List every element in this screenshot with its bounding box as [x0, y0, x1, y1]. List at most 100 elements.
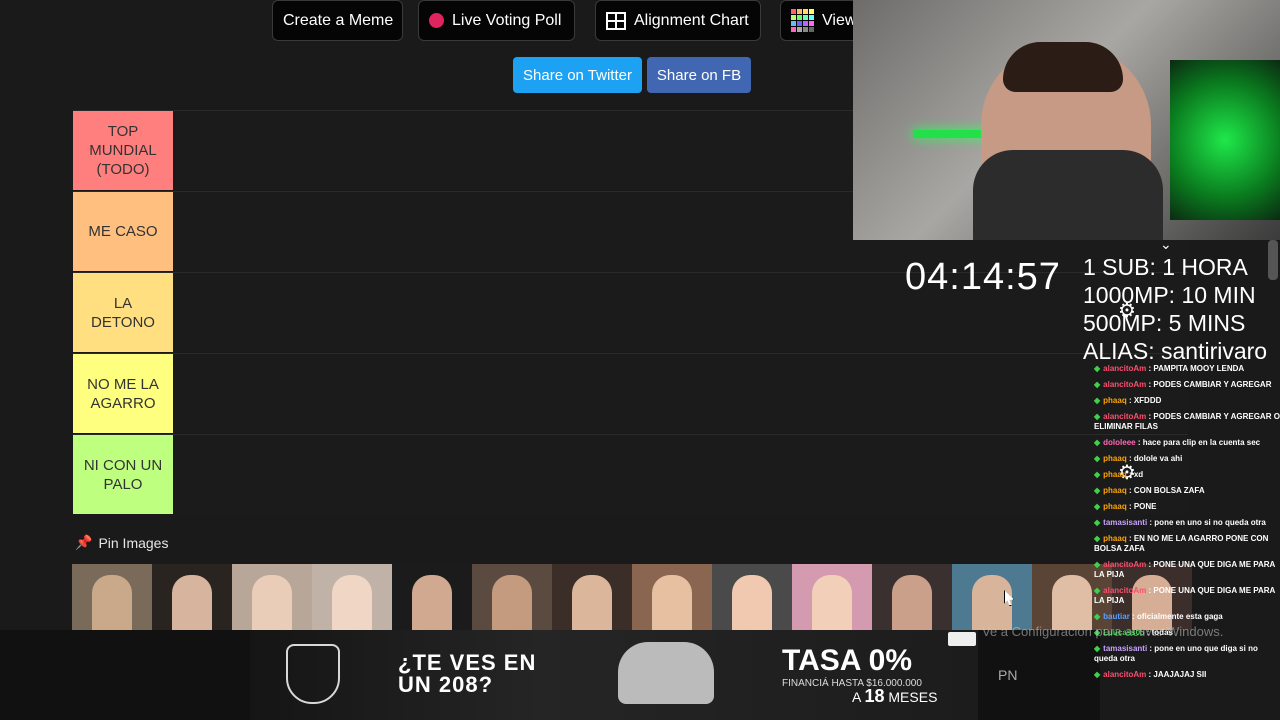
live-poll-label: Live Voting Poll [452, 11, 562, 29]
pin-image[interactable] [792, 564, 872, 630]
share-twitter-button[interactable]: Share on Twitter [513, 57, 642, 93]
chat-username[interactable]: alancitoAm [1103, 364, 1146, 373]
create-meme-label: Create a Meme [283, 11, 394, 29]
tier-label[interactable]: NO ME LA AGARRO [73, 354, 173, 433]
chat-username[interactable]: phaaq [1103, 396, 1127, 405]
pin-image[interactable] [472, 564, 552, 630]
person-photo [332, 575, 372, 630]
goal-line: ALIAS: santirivaro [1083, 338, 1268, 364]
tier-label[interactable]: ME CASO [73, 192, 173, 271]
tier-label[interactable]: NI CON UN PALO [73, 435, 173, 514]
create-meme-button[interactable]: Create a Meme [272, 0, 403, 41]
chat-username[interactable]: phaaq [1103, 534, 1127, 543]
pin-image[interactable] [392, 564, 472, 630]
share-facebook-button[interactable]: Share on FB [647, 57, 751, 93]
pin-image[interactable] [72, 564, 152, 630]
gear-icon: ⚙ [1118, 300, 1136, 322]
chat-message: ◆ alancitoAm : PODES CAMBIAR Y AGREGAR [1094, 380, 1280, 390]
badge-icon: ◆ [1094, 534, 1101, 543]
badge-icon: ◆ [1094, 518, 1101, 527]
pin-image[interactable] [312, 564, 392, 630]
pin-image[interactable] [232, 564, 312, 630]
alignment-chart-button[interactable]: Alignment Chart [595, 0, 761, 41]
chat-username[interactable]: alancitoAm [1103, 380, 1146, 389]
tier-row[interactable]: NO ME LA AGARRO [73, 353, 1188, 433]
chat-username[interactable]: phaaq [1103, 486, 1127, 495]
person-photo [252, 575, 292, 630]
person-photo [172, 575, 212, 630]
image-pool [72, 564, 1192, 630]
chat-text: PONE [1133, 502, 1157, 511]
chat-username[interactable]: bautiar [1103, 612, 1130, 621]
person-photo [652, 575, 692, 630]
windows-activation-watermark: Ve a Configuración para activar Windows. [982, 624, 1224, 639]
badge-icon: ◆ [1094, 586, 1101, 595]
chat-text: PAMPITA MOOY LENDA [1153, 364, 1245, 373]
chat-message: ◆ phaaq : XFDDD [1094, 396, 1280, 406]
person-photo [1052, 575, 1092, 630]
chat-text: hace para clip en la cuenta sec [1142, 438, 1261, 447]
scrollbar[interactable] [1268, 240, 1278, 280]
alignment-chart-label: Alignment Chart [634, 11, 749, 29]
chat-message: ◆ alancitoAm : PONE UNA QUE DIGA ME PARA … [1094, 560, 1280, 580]
goal-line: 500MP: 5 MINS [1083, 310, 1246, 336]
streamer-hair [1003, 42, 1123, 92]
pin-image[interactable] [952, 564, 1032, 630]
webcam-overlay [853, 0, 1280, 240]
chat-message: ◆ tamasisanti : pone en uno si no queda o… [1094, 518, 1280, 528]
person-photo [892, 575, 932, 630]
chat-message: ◆ tamasisanti : pone en uno que diga si n… [1094, 644, 1280, 664]
tier-label[interactable]: LA DETONO [73, 273, 173, 352]
chat-username[interactable]: phaaq [1103, 470, 1127, 479]
chat-text: oficialmente esta gaga [1136, 612, 1223, 621]
chat-username[interactable]: dololeee [1103, 438, 1135, 447]
chat-separator: : [1126, 396, 1134, 405]
chat-username[interactable]: alancitoAm [1103, 412, 1146, 421]
green-light [1170, 60, 1280, 220]
badge-icon: ◆ [1094, 560, 1101, 569]
chat-separator: : [1126, 470, 1134, 479]
chat-username[interactable]: tamasisanti [1103, 644, 1147, 653]
chat-text: xd [1133, 470, 1144, 479]
record-dot-icon [429, 13, 444, 28]
subathon-timer: 04:14:57 [905, 256, 1061, 298]
pin-image[interactable] [872, 564, 952, 630]
person-photo [732, 575, 772, 630]
chat-separator: : [1126, 454, 1134, 463]
goal-line: 1000MP: 10 MIN [1083, 282, 1256, 308]
chat-text: CON BOLSA ZAFA [1133, 486, 1205, 495]
chat-username[interactable]: phaaq [1103, 502, 1127, 511]
ad-close-icon[interactable] [948, 632, 976, 646]
chat-separator: : [1135, 438, 1143, 447]
chat-message: ◆ phaaq : CON BOLSA ZAFA [1094, 486, 1280, 496]
chat-separator: : [1126, 502, 1134, 511]
chat-username[interactable]: alancitoAm [1103, 560, 1146, 569]
pin-images-toggle[interactable]: 📌 Pin Images [75, 534, 168, 551]
chat-message: ◆ dololeee : hace para clip en la cuenta … [1094, 438, 1280, 448]
chat-message: ◆ bautiar : oficialmente esta gaga [1094, 612, 1280, 622]
ad-banner[interactable]: ¿TE VES EN UN 208? TASA 0% FINANCIÁ HAST… [250, 630, 978, 720]
person-photo [412, 575, 452, 630]
chat-separator: : [1126, 534, 1134, 543]
badge-icon: ◆ [1094, 380, 1101, 389]
chat-message: ◆ phaaq : EN NO ME LA AGARRO PONE CON BOL… [1094, 534, 1280, 554]
chat-username[interactable]: tamasisanti [1103, 518, 1147, 527]
pin-image[interactable] [552, 564, 632, 630]
live-voting-poll-button[interactable]: Live Voting Poll [418, 0, 575, 41]
chat-username[interactable]: phaaq [1103, 454, 1127, 463]
pin-image[interactable] [712, 564, 792, 630]
pin-images-label: Pin Images [98, 534, 169, 551]
chat-message: ◆ phaaq : dolole va ahi [1094, 454, 1280, 464]
goal-line: 1 SUB: 1 HORA [1083, 254, 1248, 280]
screen: Create a Meme Live Voting Poll Alignment… [0, 0, 1280, 720]
tier-label[interactable]: TOP MUNDIAL (TODO) [73, 111, 173, 190]
chat-username[interactable]: alancitoAm [1103, 586, 1146, 595]
chevron-down-icon: ⌄ [1160, 236, 1172, 252]
chat-text: PODES CAMBIAR Y AGREGAR [1153, 380, 1272, 389]
tier-row[interactable]: NI CON UN PALO [73, 434, 1188, 514]
badge-icon: ◆ [1094, 502, 1101, 511]
pin-image[interactable] [152, 564, 232, 630]
badge-icon: ◆ [1094, 438, 1101, 447]
pin-image[interactable] [632, 564, 712, 630]
chat-username[interactable]: alancitoAm [1103, 670, 1146, 679]
